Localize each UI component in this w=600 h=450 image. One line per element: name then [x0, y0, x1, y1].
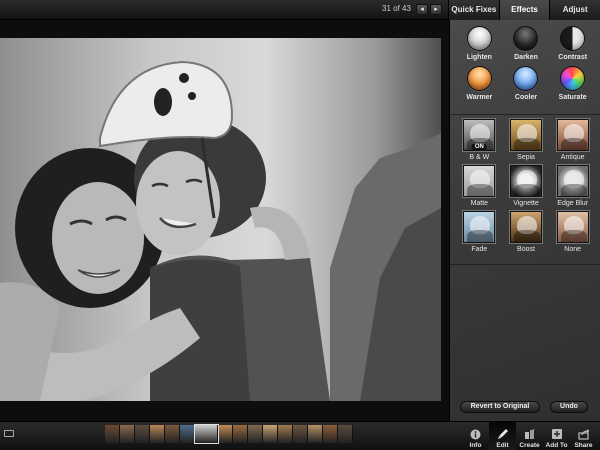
divider: [450, 114, 600, 115]
lighten-label: Lighten: [466, 54, 492, 61]
effect-bw[interactable]: ON B & W: [456, 118, 503, 161]
tab-quick-fixes[interactable]: Quick Fixes: [448, 0, 499, 20]
photo-image: [0, 38, 441, 401]
effect-sepia-label: Sepia: [517, 154, 535, 161]
effect-sepia[interactable]: Sepia: [503, 118, 550, 161]
warmer-icon: [466, 66, 492, 91]
darken-label: Darken: [514, 54, 538, 61]
cooler-icon: [513, 66, 539, 91]
filmstrip-thumb[interactable]: [338, 425, 353, 443]
contrast-button[interactable]: Contrast: [549, 26, 596, 61]
lighten-icon: [466, 26, 492, 51]
filmstrip-thumb[interactable]: [323, 425, 338, 443]
effect-none[interactable]: None: [549, 210, 596, 253]
contrast-icon: [560, 26, 586, 51]
cooler-label: Cooler: [514, 94, 538, 101]
effect-none-label: None: [564, 246, 582, 253]
share-icon: [577, 428, 590, 440]
filmstrip-thumb[interactable]: [278, 425, 293, 443]
grid-view-icon[interactable]: [4, 430, 14, 437]
tool-buttons: Info Edit Create Add To Share: [462, 422, 597, 450]
saturate-icon: [560, 66, 586, 91]
filmstrip-thumb[interactable]: [180, 425, 195, 443]
effect-vignette[interactable]: Vignette: [503, 164, 550, 207]
filmstrip[interactable]: [105, 424, 353, 444]
effect-presets: ON B & W Sepia Antique Matte Vignette Ed…: [456, 118, 596, 253]
create-icon: [524, 428, 536, 440]
bottom-toolbar: Info Edit Create Add To Share: [0, 421, 600, 450]
effect-fade-label: Fade: [471, 246, 488, 253]
filmstrip-thumb[interactable]: [263, 425, 278, 443]
filmstrip-thumb[interactable]: [248, 425, 263, 443]
undo-button[interactable]: Undo: [550, 401, 588, 413]
create-button[interactable]: Create: [516, 422, 543, 450]
effect-vignette-label: Vignette: [513, 200, 539, 207]
photo-counter: 31 of 43: [382, 4, 411, 13]
effect-matte[interactable]: Matte: [456, 164, 503, 207]
info-label: Info: [469, 442, 482, 449]
effect-fade-thumbnail: [462, 210, 497, 244]
darken-icon: [513, 26, 539, 51]
tab-adjust[interactable]: Adjust: [549, 0, 600, 20]
effect-bw-label: B & W: [469, 154, 490, 161]
effect-fade[interactable]: Fade: [456, 210, 503, 253]
active-badge: ON: [471, 144, 487, 150]
effect-none-thumbnail: [555, 210, 590, 244]
revert-to-original-button[interactable]: Revert to Original: [460, 401, 540, 413]
filmstrip-thumb[interactable]: [233, 425, 248, 443]
filmstrip-thumb[interactable]: [105, 425, 120, 443]
warmer-label: Warmer: [466, 94, 493, 101]
saturate-button[interactable]: Saturate: [549, 66, 596, 101]
previous-photo-button[interactable]: ◂: [416, 4, 428, 15]
next-photo-button[interactable]: ▸: [430, 4, 442, 15]
divider: [450, 264, 600, 265]
share-label: Share: [574, 442, 593, 449]
photo-canvas[interactable]: [0, 38, 441, 401]
effect-edge-blur-thumbnail: [555, 164, 590, 198]
effect-antique-label: Antique: [560, 154, 585, 161]
effect-matte-thumbnail: [462, 164, 497, 198]
contrast-label: Contrast: [558, 54, 588, 61]
darken-button[interactable]: Darken: [503, 26, 550, 61]
edit-label: Edit: [496, 442, 509, 449]
effect-edge-blur[interactable]: Edge Blur: [549, 164, 596, 207]
tab-effects[interactable]: Effects: [498, 0, 550, 20]
effect-edge-blur-label: Edge Blur: [557, 200, 589, 207]
effect-antique-thumbnail: [555, 118, 590, 152]
effect-antique[interactable]: Antique: [549, 118, 596, 161]
filmstrip-thumb[interactable]: [293, 425, 308, 443]
effect-boost-thumbnail: [508, 210, 543, 244]
effect-sepia-thumbnail: [508, 118, 543, 152]
effects-panel: Lighten Darken Contrast Warmer Cooler Sa…: [449, 20, 600, 421]
add-to-icon: [551, 428, 563, 440]
effect-matte-label: Matte: [470, 200, 489, 207]
info-button[interactable]: Info: [462, 422, 489, 450]
filmstrip-thumb[interactable]: [150, 425, 165, 443]
add-to-label: Add To: [545, 442, 568, 449]
top-toolbar: 31 of 43 ◂ ▸ Quick Fixes Effects Adjust: [0, 0, 600, 20]
add-to-button[interactable]: Add To: [543, 422, 570, 450]
effect-boost[interactable]: Boost: [503, 210, 550, 253]
arrow-left-icon: ◂: [420, 6, 424, 13]
arrow-right-icon: ▸: [434, 6, 438, 13]
saturate-label: Saturate: [558, 94, 587, 101]
edit-button[interactable]: Edit: [489, 422, 516, 450]
effect-vignette-thumbnail: [508, 164, 543, 198]
filmstrip-thumb[interactable]: [218, 425, 233, 443]
warmer-button[interactable]: Warmer: [456, 66, 503, 101]
share-button[interactable]: Share: [570, 422, 597, 450]
panel-tabs: Quick Fixes Effects Adjust: [448, 0, 600, 20]
filmstrip-thumb[interactable]: [308, 425, 323, 443]
lighten-button[interactable]: Lighten: [456, 26, 503, 61]
filmstrip-thumb-current[interactable]: [194, 424, 219, 444]
filmstrip-thumb[interactable]: [135, 425, 150, 443]
quick-adjustments: Lighten Darken Contrast Warmer Cooler Sa…: [456, 26, 596, 101]
brush-icon: [497, 428, 509, 440]
filmstrip-thumb[interactable]: [165, 425, 180, 443]
filmstrip-thumb[interactable]: [120, 425, 135, 443]
info-icon: [470, 428, 482, 440]
create-label: Create: [519, 442, 540, 449]
effect-boost-label: Boost: [517, 246, 535, 253]
cooler-button[interactable]: Cooler: [503, 66, 550, 101]
